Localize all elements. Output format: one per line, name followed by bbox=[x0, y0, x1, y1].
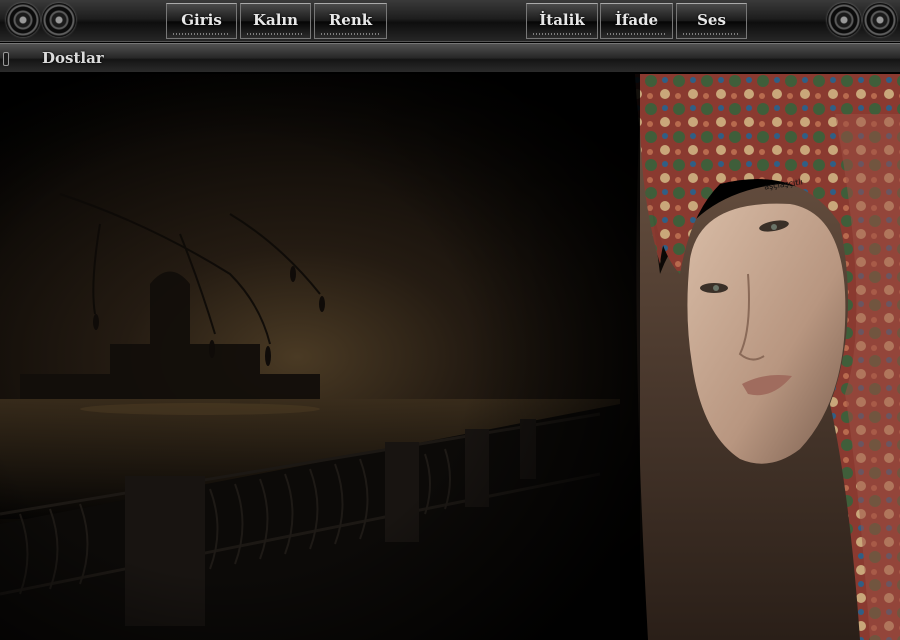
speaker-icon bbox=[827, 3, 861, 37]
background-scene: aşçıaşçıtlı bbox=[0, 74, 900, 640]
tab-dostlar[interactable]: Dostlar bbox=[42, 49, 104, 67]
color-button[interactable]: Renk bbox=[314, 3, 387, 39]
italic-button[interactable]: İtalik bbox=[526, 3, 598, 39]
tab-bar: Dostlar bbox=[0, 43, 900, 73]
speaker-icon bbox=[42, 3, 76, 37]
scene-artwork bbox=[0, 74, 900, 640]
sound-button[interactable]: Ses bbox=[676, 3, 747, 39]
bold-button[interactable]: Kalın bbox=[240, 3, 311, 39]
emoticon-button[interactable]: İfade bbox=[600, 3, 673, 39]
giris-button[interactable]: Giris bbox=[166, 3, 237, 39]
speaker-icon bbox=[863, 3, 897, 37]
grip-handle-icon[interactable] bbox=[3, 52, 9, 66]
speaker-icon bbox=[6, 3, 40, 37]
top-toolbar: Giris Kalın Renk İtalik İfade Ses bbox=[0, 0, 900, 42]
